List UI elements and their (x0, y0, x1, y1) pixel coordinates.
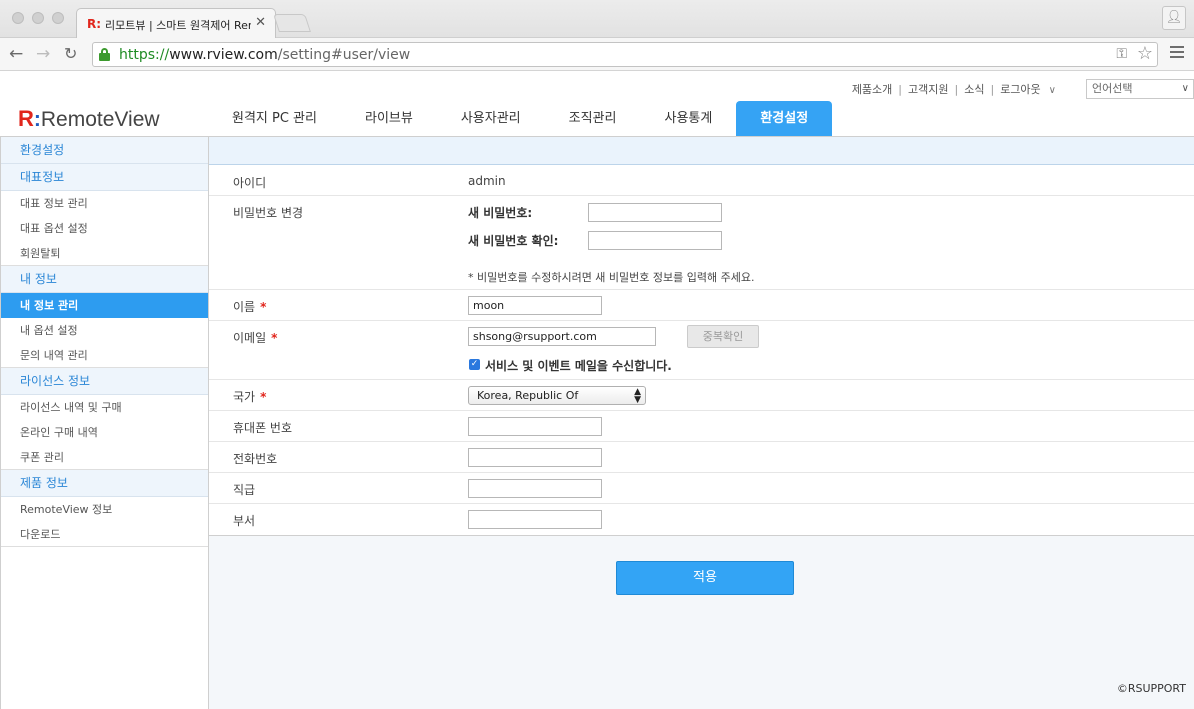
required-mark: * (271, 331, 278, 345)
chevron-down-icon: ∨ (1181, 83, 1189, 94)
confirm-password-label: 새 비밀번호 확인: (468, 234, 559, 248)
main-content: 아이디 admin 비밀번호 변경 새 비밀번호: 새 비밀번호 확인: * 비… (209, 137, 1194, 709)
back-icon[interactable]: ← (9, 44, 23, 64)
name-input[interactable] (468, 296, 602, 315)
password-note: * 비밀번호를 수정하시려면 새 비밀번호 정보를 입력해 주세요. (468, 271, 755, 284)
content-title-strip (209, 137, 1194, 165)
email-opt-in-checkbox[interactable]: ✓ (469, 359, 480, 370)
sidebar-item-license-purchase[interactable]: 라이선스 내역 및 구매 (1, 395, 208, 420)
nav-settings[interactable]: 환경설정 (736, 101, 833, 136)
sidebar-item-coupons[interactable]: 쿠폰 관리 (1, 445, 208, 470)
profile-icon[interactable]: 👤︎ (1162, 6, 1186, 30)
window-minimize-button[interactable] (32, 12, 44, 24)
sidebar-item-my-options[interactable]: 내 옵션 설정 (1, 318, 208, 343)
nav-remote-pc[interactable]: 원격지 PC 관리 (208, 101, 341, 136)
page: R:RemoteView 제품소개 | 고객지원 | 소식 | 로그아웃 ∨ 언어선택 ∨ 원… (0, 72, 1194, 709)
lock-icon (99, 48, 110, 61)
confirm-password-input[interactable] (588, 231, 722, 250)
row-country: 국가 * Korea, Republic Of ▲ ▼ (209, 380, 1194, 411)
browser-toolbar: ← → ↻ https://www.rview.com/setting#user… (0, 38, 1194, 71)
sidebar-item-withdraw[interactable]: 회원탈퇴 (1, 241, 208, 266)
chevron-down-icon[interactable]: ∨ (1049, 85, 1056, 96)
browser-tab[interactable]: R: 리모트뷰 | 스마트 원격제어 RemoteView ✕ (76, 8, 276, 39)
row-name: 이름 * (209, 290, 1194, 321)
utility-links: 제품소개 | 고객지원 | 소식 | 로그아웃 ∨ (851, 83, 1056, 96)
user-info-form: 아이디 admin 비밀번호 변경 새 비밀번호: 새 비밀번호 확인: * 비… (209, 165, 1194, 536)
forward-icon[interactable]: → (36, 44, 50, 64)
tab-title: 리모트뷰 | 스마트 원격제어 RemoteView (105, 19, 251, 32)
url-text[interactable]: https://www.rview.com/setting#user/view (119, 47, 410, 63)
sidebar: 환경설정 대표정보 대표 정보 관리 대표 옵션 설정 회원탈퇴 내 정보 내 … (0, 137, 209, 709)
phone-input[interactable] (468, 448, 602, 467)
row-department: 부서 (209, 504, 1194, 536)
sidebar-group-my-info[interactable]: 내 정보 (1, 266, 208, 293)
email-opt-in-label[interactable]: 서비스 및 이벤트 메일을 수신합니다. (485, 357, 672, 374)
nav-statistics[interactable]: 사용통계 (640, 101, 736, 136)
row-position: 직급 (209, 473, 1194, 504)
apply-button[interactable]: 적용 (616, 561, 794, 595)
duplicate-check-button[interactable]: 중복확인 (687, 325, 759, 348)
row-mobile: 휴대폰 번호 (209, 411, 1194, 442)
sidebar-item-rep-options[interactable]: 대표 옵션 설정 (1, 216, 208, 241)
link-product-intro[interactable]: 제품소개 (852, 83, 892, 96)
browser-tabstrip: R: 리모트뷰 | 스마트 원격제어 RemoteView ✕ 👤︎ (0, 0, 1194, 39)
sidebar-group-representative[interactable]: 대표정보 (1, 164, 208, 191)
sidebar-group-license[interactable]: 라이선스 정보 (1, 368, 208, 395)
sidebar-item-my-info[interactable]: 내 정보 관리 (1, 293, 208, 318)
window-zoom-button[interactable] (52, 12, 64, 24)
id-value: admin (468, 174, 506, 188)
password-label: 비밀번호 변경 (233, 206, 304, 220)
row-password: 비밀번호 변경 새 비밀번호: 새 비밀번호 확인: * 비밀번호를 수정하시려… (209, 196, 1194, 290)
bookmark-star-icon[interactable]: ☆ (1137, 43, 1153, 64)
phone-label: 전화번호 (233, 452, 278, 466)
reload-icon[interactable]: ↻ (64, 44, 77, 64)
select-arrows-icon: ▲ ▼ (634, 387, 641, 405)
sidebar-item-online-purchases[interactable]: 온라인 구매 내역 (1, 420, 208, 445)
sidebar-group-product[interactable]: 제품 정보 (1, 470, 208, 497)
country-label: 국가 * (233, 390, 267, 404)
nav-users[interactable]: 사용자관리 (437, 101, 545, 136)
email-label: 이메일 * (233, 331, 278, 345)
mobile-input[interactable] (468, 417, 602, 436)
sidebar-title[interactable]: 환경설정 (1, 137, 208, 164)
name-label: 이름 * (233, 300, 267, 314)
position-input[interactable] (468, 479, 602, 498)
browser-menu-icon[interactable] (1170, 46, 1184, 61)
window-close-button[interactable] (12, 12, 24, 24)
main-nav: 원격지 PC 관리 라이브뷰 사용자관리 조직관리 사용통계 환경설정 (208, 101, 833, 136)
country-select[interactable]: Korea, Republic Of ▲ ▼ (468, 386, 646, 405)
link-customer-support[interactable]: 고객지원 (908, 83, 948, 96)
tab-close-icon[interactable]: ✕ (255, 15, 266, 30)
mobile-label: 휴대폰 번호 (233, 421, 293, 435)
row-phone: 전화번호 (209, 442, 1194, 473)
row-email: 이메일* 중복확인 ✓ 서비스 및 이벤트 메일을 수신합니다. (209, 321, 1194, 380)
required-mark: * (260, 300, 267, 314)
sidebar-item-inquiries[interactable]: 문의 내역 관리 (1, 343, 208, 368)
link-news[interactable]: 소식 (964, 83, 984, 96)
remoteview-logo[interactable]: R:RemoteView (18, 106, 160, 132)
sidebar-item-download[interactable]: 다운로드 (1, 522, 208, 547)
site-header: R:RemoteView 제품소개 | 고객지원 | 소식 | 로그아웃 ∨ 언어선택 ∨ 원… (0, 72, 1194, 136)
department-input[interactable] (468, 510, 602, 529)
link-logout[interactable]: 로그아웃 (1000, 83, 1040, 96)
position-label: 직급 (233, 483, 256, 497)
nav-organization[interactable]: 조직관리 (545, 101, 641, 136)
email-input[interactable] (468, 327, 656, 346)
new-tab-button[interactable] (273, 14, 311, 32)
sidebar-item-rep-info[interactable]: 대표 정보 관리 (1, 191, 208, 216)
new-password-input[interactable] (588, 203, 722, 222)
row-id: 아이디 admin (209, 165, 1194, 196)
new-password-label: 새 비밀번호: (468, 206, 533, 220)
required-mark: * (260, 390, 267, 404)
favicon-icon: R: (87, 17, 102, 31)
copyright: ©RSUPPORT (1116, 682, 1186, 695)
id-label: 아이디 (233, 176, 267, 190)
key-icon[interactable]: ⚿ (1116, 46, 1127, 62)
address-bar[interactable]: https://www.rview.com/setting#user/view … (92, 42, 1158, 67)
department-label: 부서 (233, 514, 256, 528)
language-select[interactable]: 언어선택 ∨ (1086, 79, 1194, 99)
sidebar-item-remoteview-info[interactable]: RemoteView 정보 (1, 497, 208, 522)
nav-liveview[interactable]: 라이브뷰 (341, 101, 437, 136)
